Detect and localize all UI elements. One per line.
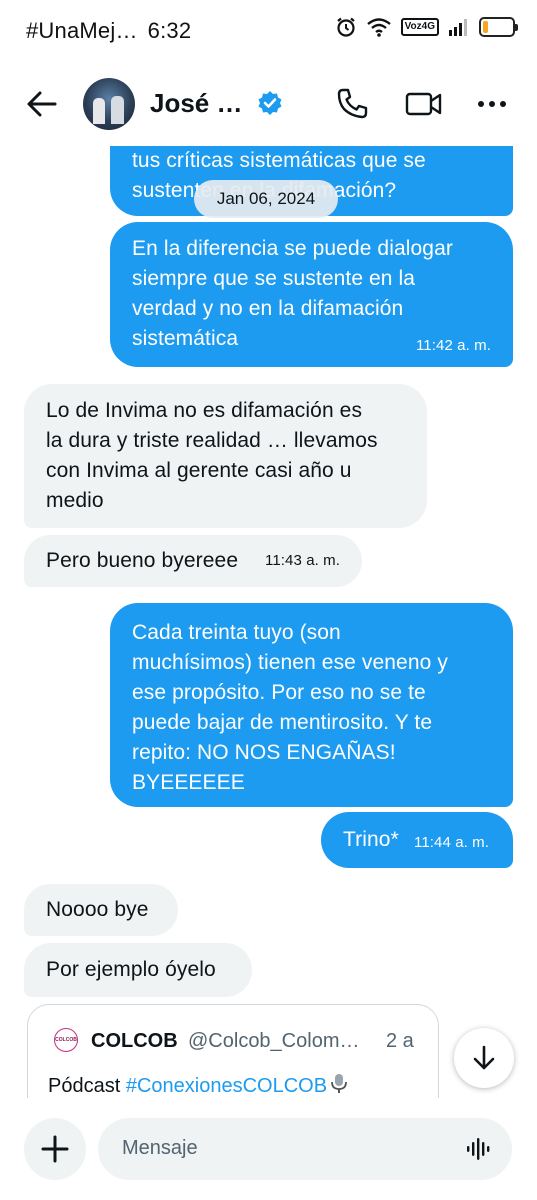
status-icons: Voz4G bbox=[335, 16, 518, 38]
message-bubble-received[interactable]: Noooo bye bbox=[24, 884, 178, 936]
status-bar: #UnaMej… 6:32 Voz4G bbox=[0, 0, 537, 62]
message-bubble-sent[interactable]: Cada treinta tuyo (son muchísimos) tiene… bbox=[110, 603, 513, 807]
message-time: 11:43 a. m. bbox=[265, 552, 341, 569]
video-camera-icon bbox=[405, 92, 442, 116]
plus-icon bbox=[41, 1135, 69, 1163]
status-left: #UnaMej… 6:32 bbox=[26, 18, 191, 44]
add-media-button[interactable] bbox=[24, 1118, 86, 1180]
signal-icon bbox=[449, 19, 467, 36]
shared-post-handle: @Colcob_Colom… bbox=[188, 1030, 360, 1052]
message-text: Lo de Invima no es difamación es la dura… bbox=[46, 399, 378, 512]
verified-badge-icon bbox=[258, 91, 282, 115]
conversation-header: José … bbox=[0, 62, 537, 146]
message-bubble-received[interactable]: Pero bueno byereee 11:43 a. m. bbox=[24, 535, 362, 587]
message-text: Por ejemplo óyelo bbox=[46, 958, 216, 981]
hashtag-link[interactable]: #ConexionesCOLCOB bbox=[126, 1075, 327, 1097]
date-separator: Jan 06, 2024 bbox=[194, 180, 338, 218]
clock: 6:32 bbox=[147, 18, 192, 43]
message-text: Noooo bye bbox=[46, 898, 149, 921]
battery-level bbox=[483, 21, 488, 33]
video-call-button[interactable] bbox=[404, 86, 444, 122]
message-text: En la diferencia se puede dialogar siemp… bbox=[132, 237, 453, 350]
alarm-icon bbox=[336, 17, 355, 37]
arrow-down-icon bbox=[473, 1045, 495, 1070]
back-button[interactable] bbox=[24, 86, 60, 122]
message-time: 11:42 a. m. bbox=[415, 337, 491, 354]
message-bubble-received[interactable]: Lo de Invima no es difamación es la dura… bbox=[24, 384, 427, 528]
shared-post-avatar: COLCOB bbox=[54, 1028, 78, 1052]
message-time: 11:44 a. m. bbox=[414, 834, 490, 851]
wifi-calling-icon bbox=[366, 18, 391, 37]
shared-post-age: 2 a bbox=[386, 1030, 414, 1052]
phone-icon bbox=[337, 88, 368, 119]
more-horizontal-icon bbox=[478, 101, 506, 107]
microphone-emoji-icon bbox=[331, 1074, 347, 1093]
contact-name[interactable]: José … bbox=[150, 88, 243, 119]
scroll-to-bottom-button[interactable] bbox=[454, 1028, 514, 1088]
avatar-figure bbox=[93, 98, 105, 124]
battery-icon bbox=[479, 17, 518, 37]
message-text: Cada treinta tuyo (son muchísimos) tiene… bbox=[132, 621, 448, 794]
arrow-left-icon bbox=[27, 91, 57, 117]
message-bubble-received[interactable]: Por ejemplo óyelo bbox=[24, 943, 252, 997]
shared-post-text: Pódcast #ConexionesCOLCOB bbox=[48, 1073, 349, 1098]
message-input-placeholder: Mensaje bbox=[122, 1137, 198, 1159]
notification-text: #UnaMej… bbox=[26, 18, 138, 43]
message-bubble-sent[interactable]: Trino* 11:44 a. m. bbox=[321, 812, 513, 868]
message-composer: Mensaje bbox=[0, 1098, 537, 1200]
shared-post-author: COLCOB bbox=[91, 1030, 178, 1052]
more-options-button[interactable] bbox=[474, 86, 510, 122]
shared-post-text-prefix: Pódcast bbox=[48, 1075, 126, 1097]
voice-message-icon[interactable] bbox=[466, 1137, 492, 1161]
message-input[interactable]: Mensaje bbox=[98, 1118, 512, 1180]
contact-avatar[interactable] bbox=[83, 78, 135, 130]
avatar-figure bbox=[111, 96, 124, 124]
voice-call-button[interactable] bbox=[334, 86, 370, 122]
message-bubble-sent[interactable]: En la diferencia se puede dialogar siemp… bbox=[110, 222, 513, 367]
network-badge: Voz4G bbox=[400, 18, 439, 36]
